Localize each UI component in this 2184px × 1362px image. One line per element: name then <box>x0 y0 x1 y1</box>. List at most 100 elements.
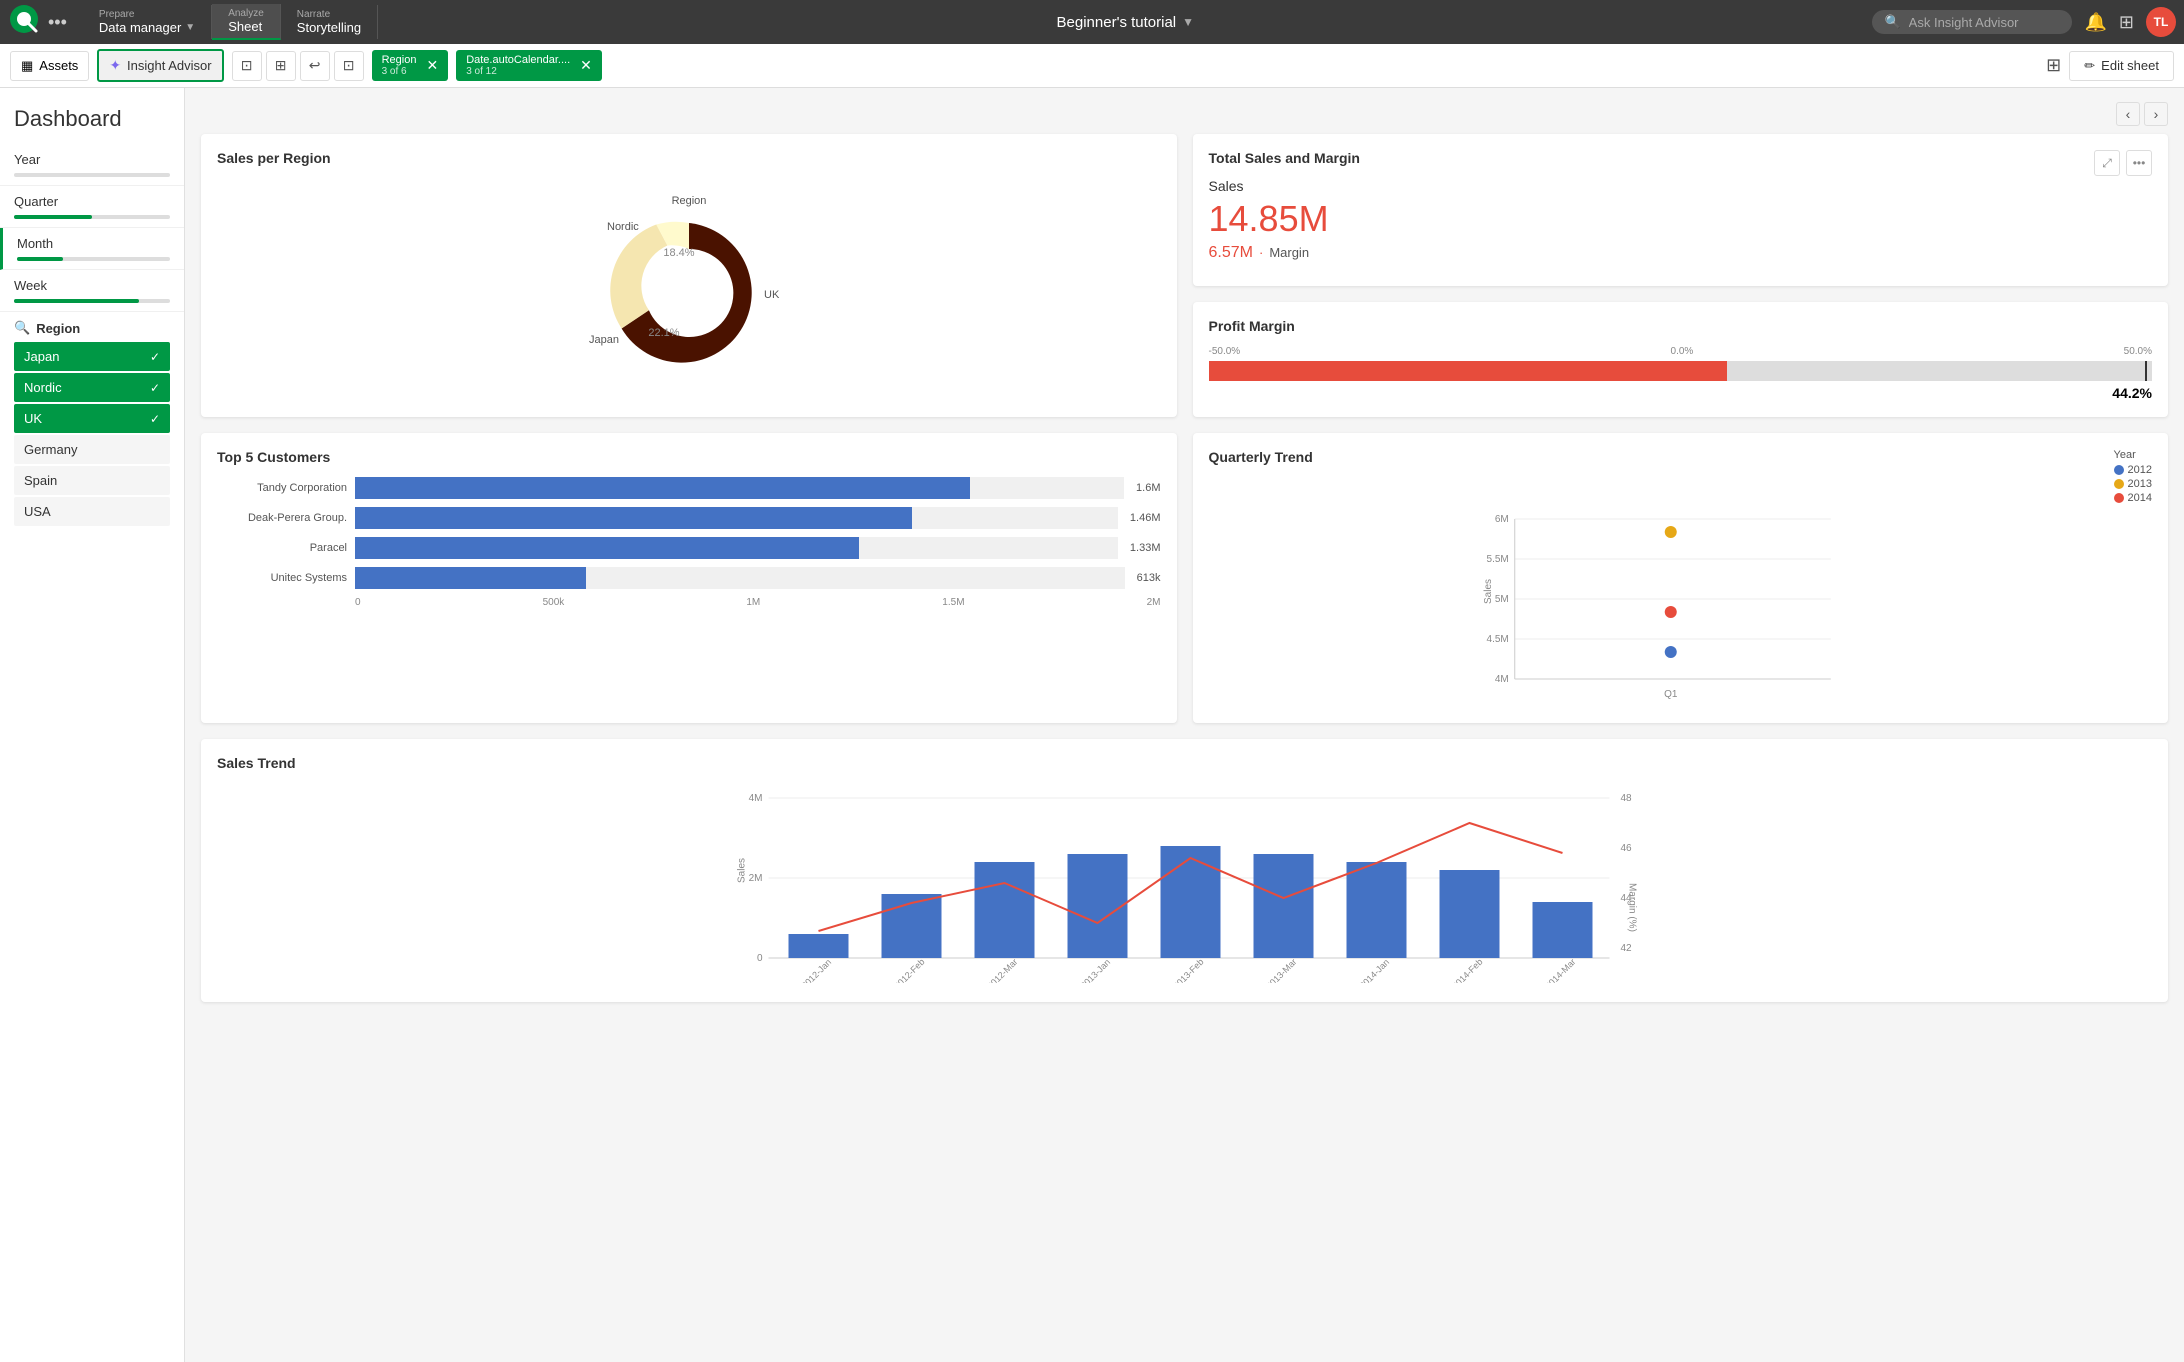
scatter-chart: 6M 5.5M 5M 4.5M 4M <box>1209 504 2153 704</box>
sales-trend-panel: Sales Trend 4M 2M 0 Sales 48 46 44 42 Ma… <box>201 739 2168 1002</box>
sales-kpi: Sales 14.85M 6.57M · Margin <box>1209 178 2153 262</box>
region-item-spain[interactable]: Spain <box>14 466 170 495</box>
assets-icon: ▦ <box>21 58 33 74</box>
svg-text:2013-Mar: 2013-Mar <box>1264 957 1298 983</box>
bar-outer-deak <box>355 507 1118 529</box>
user-avatar[interactable]: TL <box>2146 7 2176 37</box>
quarter-slider[interactable] <box>14 215 170 219</box>
nav-more-icon[interactable]: ••• <box>48 12 67 33</box>
bell-icon[interactable]: 🔔 <box>2084 12 2106 33</box>
qlik-logo[interactable] <box>8 3 40 41</box>
bar-label-unitec: Unitec Systems <box>217 572 347 584</box>
icon-btn-1[interactable]: ⊡ <box>232 51 262 81</box>
region-filter-chip[interactable]: Region 3 of 6 ✕ <box>372 50 449 81</box>
sales-region-panel: Sales per Region Region 5 <box>201 134 1177 417</box>
bar-fill-tandy <box>355 477 970 499</box>
region-section-title: 🔍 Region <box>14 320 170 336</box>
region-germany-label: Germany <box>24 442 77 457</box>
sidebar: Dashboard Year Quarter Month Week <box>0 88 185 1362</box>
profit-bar-container: -50.0% 0.0% 50.0% 44.2% <box>1209 346 2153 401</box>
analyze-nav[interactable]: Analyze Sheet <box>212 4 281 40</box>
more-icon[interactable]: ••• <box>2126 150 2152 176</box>
nav-right: 🔍 🔔 ⊞ TL <box>1872 7 2176 37</box>
svg-text:UK: UK <box>764 289 780 301</box>
edit-icon: ✏ <box>2084 58 2095 74</box>
toolbar-left: ▦ Assets ✦ Insight Advisor <box>10 49 224 82</box>
region-item-uk[interactable]: UK ✓ <box>14 404 170 433</box>
svg-text:2014-Mar: 2014-Mar <box>1543 957 1577 983</box>
insight-advisor-button[interactable]: ✦ Insight Advisor <box>97 49 223 82</box>
profit-margin-title: Profit Margin <box>1209 318 2153 334</box>
region-item-germany[interactable]: Germany <box>14 435 170 464</box>
bar-axis: 0 500k 1M 1.5M 2M <box>217 597 1161 608</box>
bar-outer-paracel <box>355 537 1118 559</box>
year-filter-label: Year <box>14 152 170 167</box>
week-filter-label: Week <box>14 278 170 293</box>
profit-bar <box>1209 361 2153 381</box>
svg-text:5M: 5M <box>1494 594 1508 605</box>
search-box[interactable]: 🔍 <box>1872 10 2072 34</box>
month-slider[interactable] <box>17 257 170 261</box>
quarterly-title: Quarterly Trend <box>1209 449 1313 465</box>
region-filter-count: 3 of 6 <box>382 66 417 77</box>
icon-btn-2[interactable]: ⊞ <box>266 51 296 81</box>
legend-2012-dot <box>2114 465 2124 475</box>
prepare-label: Prepare <box>99 9 195 20</box>
week-slider[interactable] <box>14 299 170 303</box>
uk-check: ✓ <box>150 412 160 426</box>
svg-text:Region: Region <box>671 195 706 207</box>
week-filter[interactable]: Week <box>0 270 184 312</box>
svg-text:0: 0 <box>757 953 763 964</box>
region-uk-label: UK <box>24 411 42 426</box>
expand-icon[interactable]: ⤢ <box>2094 150 2120 176</box>
date-filter-chip[interactable]: Date.autoCalendar.... 3 of 12 ✕ <box>456 50 602 81</box>
profit-axis-mid: 0.0% <box>1671 346 1694 357</box>
prepare-sub: Data manager <box>99 20 181 35</box>
year-slider[interactable] <box>14 173 170 177</box>
svg-text:5.5M: 5.5M <box>1486 554 1508 565</box>
dashboard-title: Dashboard <box>0 98 184 144</box>
nav-arrows: ‹ › <box>2116 102 2168 126</box>
next-arrow[interactable]: › <box>2144 102 2168 126</box>
svg-text:Nordic: Nordic <box>607 221 639 233</box>
insight-icon: ✦ <box>109 57 121 74</box>
app-title[interactable]: Beginner's tutorial <box>1057 14 1177 31</box>
month-filter[interactable]: Month <box>0 228 184 270</box>
legend-2012: 2012 <box>2128 464 2152 476</box>
region-item-usa[interactable]: USA <box>14 497 170 526</box>
svg-text:2012-Jan: 2012-Jan <box>800 957 834 983</box>
margin-value: 6.57M <box>1209 244 1253 262</box>
narrate-nav[interactable]: Narrate Storytelling <box>281 5 378 39</box>
donut-chart: Region 59.5% 22.1% 18.4% <box>217 178 1161 398</box>
top5-title: Top 5 Customers <box>217 449 1161 465</box>
bar-outer-tandy <box>355 477 1124 499</box>
layout-icon[interactable]: ⊞ <box>2046 55 2061 76</box>
bar-row-unitec: Unitec Systems 613k <box>217 567 1161 589</box>
quarter-filter[interactable]: Quarter <box>0 186 184 228</box>
icon-btn-3[interactable]: ↩ <box>300 51 330 81</box>
prev-arrow[interactable]: ‹ <box>2116 102 2140 126</box>
search-input[interactable] <box>1909 15 2049 30</box>
region-item-nordic[interactable]: Nordic ✓ <box>14 373 170 402</box>
edit-sheet-button[interactable]: ✏ Edit sheet <box>2069 51 2174 81</box>
icon-btn-4[interactable]: ⊡ <box>334 51 364 81</box>
content-area: ‹ › Sales per Region Region <box>185 88 2184 1362</box>
assets-button[interactable]: ▦ Assets <box>10 51 89 81</box>
date-filter-close[interactable]: ✕ <box>580 57 592 74</box>
region-item-japan[interactable]: Japan ✓ <box>14 342 170 371</box>
axis-1m: 1M <box>746 597 760 608</box>
svg-text:42: 42 <box>1621 943 1633 954</box>
year-filter[interactable]: Year <box>0 144 184 186</box>
quarter-filter-label: Quarter <box>14 194 170 209</box>
point-2014 <box>1664 606 1676 618</box>
analyze-sub: Sheet <box>228 19 264 34</box>
bar-2013-mar <box>1254 854 1314 958</box>
insight-label: Insight Advisor <box>127 58 212 73</box>
region-filter-close[interactable]: ✕ <box>426 57 438 74</box>
svg-text:2013-Feb: 2013-Feb <box>1171 957 1205 983</box>
prepare-nav[interactable]: Prepare Data manager ▼ <box>83 5 212 39</box>
bar-value-deak: 1.46M <box>1130 512 1161 524</box>
bar-fill-paracel <box>355 537 859 559</box>
bar-2012-jan <box>789 934 849 958</box>
grid-icon[interactable]: ⊞ <box>2119 12 2134 33</box>
